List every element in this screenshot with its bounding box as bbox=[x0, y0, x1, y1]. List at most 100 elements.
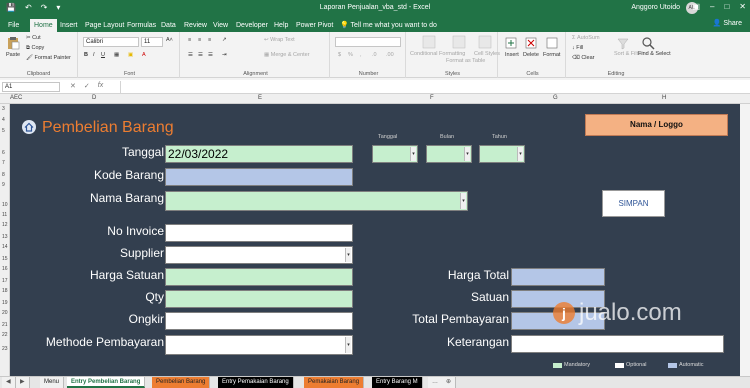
paste-icon[interactable] bbox=[6, 36, 20, 50]
conditional-formatting-button[interactable]: Conditional Formatting bbox=[410, 51, 465, 57]
column-header[interactable]: H bbox=[662, 95, 666, 101]
tab-file[interactable]: File bbox=[4, 19, 23, 32]
kode-barang-field[interactable] bbox=[165, 168, 353, 186]
row-header[interactable]: 12 bbox=[2, 222, 8, 228]
home-icon[interactable] bbox=[22, 120, 36, 134]
sheet-more-icon[interactable]: … bbox=[428, 377, 443, 388]
wrap-text-button[interactable]: ↩ Wrap Text bbox=[264, 37, 295, 43]
name-box[interactable]: A1 bbox=[2, 82, 60, 92]
nama-barang-dropdown[interactable]: ▾ bbox=[165, 191, 468, 211]
chevron-down-icon[interactable]: ▾ bbox=[410, 147, 416, 161]
row-header[interactable]: 16 bbox=[2, 266, 8, 272]
row-header[interactable]: 20 bbox=[2, 310, 8, 316]
row-header[interactable]: 6 bbox=[2, 150, 5, 156]
font-name-select[interactable]: Calibri bbox=[83, 37, 139, 47]
minimize-icon[interactable]: – bbox=[710, 2, 714, 11]
confirm-entry-icon[interactable]: ✓ bbox=[84, 82, 90, 90]
align-right-icon[interactable]: ☰ bbox=[208, 52, 213, 58]
tab-data[interactable]: Data bbox=[157, 19, 180, 32]
conditional-formatting-icon[interactable] bbox=[422, 35, 436, 49]
font-grow-icon[interactable]: A˄ bbox=[166, 37, 173, 43]
sheet-tab-entry-pembelian[interactable]: Entry Pembelian Barang bbox=[67, 377, 146, 388]
delete-cells-icon[interactable] bbox=[524, 36, 538, 50]
sheet-scroll-next-icon[interactable]: ▶ bbox=[16, 377, 30, 388]
sheet-tab-menu[interactable]: Menu bbox=[40, 377, 65, 388]
column-header[interactable]: AEC bbox=[10, 95, 22, 101]
orientation-icon[interactable]: ↗ bbox=[222, 37, 227, 43]
find-select-icon[interactable] bbox=[641, 36, 655, 50]
align-middle-icon[interactable]: ≡ bbox=[198, 37, 201, 43]
row-header[interactable]: 11 bbox=[2, 212, 7, 218]
align-left-icon[interactable]: ☰ bbox=[188, 52, 193, 58]
simpan-button[interactable]: SIMPAN bbox=[602, 190, 665, 217]
tanggal-dropdown[interactable]: ▾ bbox=[372, 145, 418, 163]
align-bottom-icon[interactable]: ≡ bbox=[208, 37, 211, 43]
close-icon[interactable]: ✕ bbox=[739, 2, 746, 11]
sheet-tab-entry-barang-m[interactable]: Entry Barang M bbox=[372, 377, 423, 388]
fill-button[interactable]: ↓ Fill bbox=[572, 45, 583, 51]
formula-input[interactable] bbox=[120, 81, 740, 93]
row-header[interactable]: 14 bbox=[2, 244, 8, 250]
row-header[interactable]: 5 bbox=[2, 128, 5, 134]
sheet-scroll-prev-icon[interactable]: ◀ bbox=[2, 377, 16, 388]
row-header[interactable]: 22 bbox=[2, 332, 8, 338]
tanggal-field[interactable]: 22/03/2022 bbox=[165, 145, 353, 163]
sort-filter-icon[interactable] bbox=[616, 36, 630, 50]
currency-icon[interactable]: $ bbox=[338, 52, 341, 58]
format-table-button[interactable]: Format as Table bbox=[446, 58, 485, 64]
tab-review[interactable]: Review bbox=[180, 19, 211, 32]
tab-insert[interactable]: Insert bbox=[56, 19, 82, 32]
tahun-dropdown[interactable]: ▾ bbox=[479, 145, 525, 163]
number-format-select[interactable] bbox=[335, 37, 401, 47]
row-header[interactable]: 23 bbox=[2, 346, 8, 352]
row-header[interactable]: 9 bbox=[2, 182, 5, 188]
fx-icon[interactable]: fx bbox=[98, 82, 103, 90]
autosum-button[interactable]: Σ AutoSum bbox=[572, 35, 600, 41]
italic-icon[interactable]: I bbox=[93, 52, 95, 58]
paste-button[interactable]: Paste bbox=[6, 52, 20, 58]
fill-color-icon[interactable]: ▣ bbox=[128, 52, 133, 58]
row-header[interactable]: 19 bbox=[2, 300, 8, 306]
clear-button[interactable]: ⌫ Clear bbox=[572, 55, 594, 61]
format-cells-button[interactable]: Format bbox=[543, 52, 560, 58]
tab-view[interactable]: View bbox=[209, 19, 232, 32]
metode-pembayaran-dropdown[interactable]: ▾ bbox=[165, 335, 353, 355]
ribbon-display-icon[interactable]: ▣ bbox=[692, 2, 700, 11]
sheet-tab-entry-pemakaian[interactable]: Entry Pemakaian Barang bbox=[218, 377, 294, 388]
borders-icon[interactable]: ▦ bbox=[114, 52, 119, 58]
format-table-icon[interactable] bbox=[452, 35, 466, 49]
keterangan-field[interactable] bbox=[511, 335, 724, 353]
find-select-button[interactable]: Find & Select bbox=[638, 51, 671, 57]
indent-icon[interactable]: ⇥ bbox=[222, 52, 227, 58]
row-header[interactable]: 3 bbox=[2, 106, 5, 112]
row-header[interactable]: 15 bbox=[2, 256, 8, 262]
format-painter-button[interactable]: 🖌 Format Painter bbox=[26, 55, 71, 61]
share-button[interactable]: 👤 Share bbox=[713, 19, 742, 27]
harga-satuan-field[interactable] bbox=[165, 268, 353, 286]
format-cells-icon[interactable] bbox=[545, 36, 559, 50]
column-header[interactable]: D bbox=[92, 95, 96, 101]
comma-icon[interactable]: , bbox=[360, 52, 362, 58]
chevron-down-icon[interactable]: ▾ bbox=[345, 337, 351, 353]
merge-center-button[interactable]: ▦ Merge & Center bbox=[264, 52, 310, 58]
tell-me-search[interactable]: 💡 Tell me what you want to do bbox=[336, 19, 441, 32]
percent-icon[interactable]: % bbox=[348, 52, 353, 58]
underline-icon[interactable]: U bbox=[101, 52, 105, 58]
cell-styles-icon[interactable] bbox=[478, 35, 492, 49]
row-header[interactable]: 8 bbox=[2, 172, 5, 178]
add-sheet-icon[interactable]: ⊕ bbox=[442, 377, 457, 388]
tab-help[interactable]: Help bbox=[270, 19, 292, 32]
cell-styles-button[interactable]: Cell Styles bbox=[474, 51, 500, 57]
bulan-dropdown[interactable]: ▾ bbox=[426, 145, 472, 163]
chevron-down-icon[interactable]: ▾ bbox=[460, 193, 466, 209]
bold-icon[interactable]: B bbox=[84, 52, 88, 58]
tab-formulas[interactable]: Formulas bbox=[123, 19, 160, 32]
tab-page-layout[interactable]: Page Layout bbox=[81, 19, 128, 32]
row-header[interactable]: 13 bbox=[2, 234, 8, 240]
supplier-dropdown[interactable]: ▾ bbox=[165, 246, 353, 264]
column-header[interactable]: F bbox=[430, 95, 434, 101]
no-invoice-field[interactable] bbox=[165, 224, 353, 242]
tab-developer[interactable]: Developer bbox=[232, 19, 272, 32]
insert-cells-button[interactable]: Insert bbox=[505, 52, 519, 58]
tab-power-pivot[interactable]: Power Pivot bbox=[292, 19, 337, 32]
